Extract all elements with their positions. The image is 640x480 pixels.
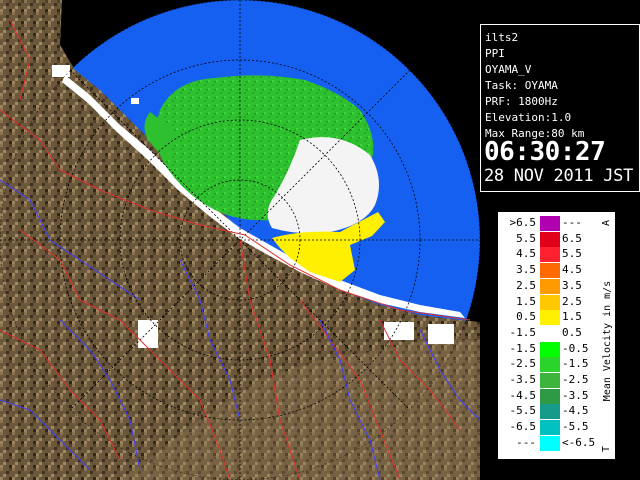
legend-color-swatch	[540, 373, 560, 388]
legend-upper-bound: -1.5	[562, 357, 589, 371]
legend-upper-bound: -3.5	[562, 388, 589, 402]
legend-color-swatch	[540, 404, 560, 420]
legend-lower-bound: 1.5	[516, 294, 536, 308]
legend-color-swatch	[540, 357, 560, 373]
prf-value: PRF: 1800Hz	[485, 95, 558, 108]
legend-upper-bound: <-6.5	[562, 435, 596, 449]
legend-upper-bound: ---	[562, 216, 582, 229]
echo-patch	[52, 65, 70, 77]
legend-upper-bound: -4.5	[562, 404, 589, 418]
radar-ppi-view	[0, 0, 480, 480]
legend-lower-bound: -3.5	[509, 373, 537, 386]
elevation-value: Elevation:1.0	[485, 111, 572, 124]
legend-lower-bound: 5.5	[516, 231, 536, 245]
legend-color-swatch	[540, 216, 560, 231]
legend-lower-bound: -6.5	[509, 420, 537, 434]
legend-color-swatch	[540, 435, 560, 451]
legend-upper-bound: 5.5	[562, 247, 582, 261]
legend-axis-title: Mean Velocity in m/s	[602, 281, 613, 401]
legend-upper-bound: -2.5	[562, 373, 589, 386]
legend-upper-bound: 0.5	[562, 325, 582, 339]
legend-upper-bound: 1.5	[562, 310, 582, 324]
legend-lower-bound: 3.5	[516, 263, 536, 277]
observation-date: 28 NOV 2011 JST	[484, 166, 634, 186]
legend-bottom-marker: T	[601, 446, 612, 452]
legend-lower-bound: -1.5	[509, 325, 537, 339]
radar-map	[0, 0, 480, 480]
legend-top-marker: A	[601, 220, 612, 226]
legend-lower-bound: -5.5	[509, 404, 537, 418]
legend-lower-bound: -2.5	[509, 357, 537, 371]
echo-patch	[131, 98, 139, 104]
velocity-legend: >6.5 --- 5.5 6.5 4.5 5.5 3.5 4.5 2.5 3.5 1.5 2.5 0.5…	[497, 211, 616, 460]
legend-upper-bound: 3.5	[562, 278, 582, 292]
legend-upper-bound: -0.5	[562, 341, 589, 355]
site-id: ilts2	[485, 31, 519, 44]
legend-lower-bound: 4.5	[516, 247, 536, 261]
legend-lower-bound: -1.5	[509, 341, 537, 355]
legend-color-swatch	[540, 278, 560, 294]
legend-color-swatch	[540, 310, 560, 326]
legend-upper-bound: 4.5	[562, 263, 582, 277]
legend-upper-bound: 6.5	[562, 231, 582, 245]
legend-color-swatch	[540, 247, 560, 263]
echo-patch	[138, 320, 158, 348]
legend-upper-bound: 2.5	[562, 294, 582, 308]
radar-name: OYAMA_V	[485, 63, 532, 76]
legend-lower-bound: 0.5	[516, 310, 536, 324]
legend-upper-bound: -5.5	[562, 420, 589, 434]
product-type: PPI	[485, 47, 505, 60]
legend-color-swatch	[540, 263, 560, 279]
legend-lower-bound: ---	[516, 435, 536, 449]
legend-color-swatch	[540, 231, 560, 247]
legend-color-swatch	[540, 420, 560, 436]
legend-color-swatch	[540, 294, 560, 310]
legend-lower-bound: 2.5	[516, 278, 536, 292]
legend-title: A Mean Velocity in m/s T	[601, 220, 613, 452]
legend-color-swatch	[540, 341, 560, 357]
legend-color-swatch	[540, 388, 560, 404]
observation-time: 06:30:27	[484, 137, 606, 167]
echo-patch	[428, 324, 454, 344]
legend-lower-bound: >6.5	[509, 216, 537, 229]
legend-color-swatch	[540, 325, 560, 341]
radar-info-panel: ilts2 PPI OYAMA_V Task: OYAMA PRF: 1800H…	[480, 24, 640, 192]
task-name: Task: OYAMA	[485, 79, 558, 92]
legend-lower-bound: -4.5	[509, 388, 537, 402]
